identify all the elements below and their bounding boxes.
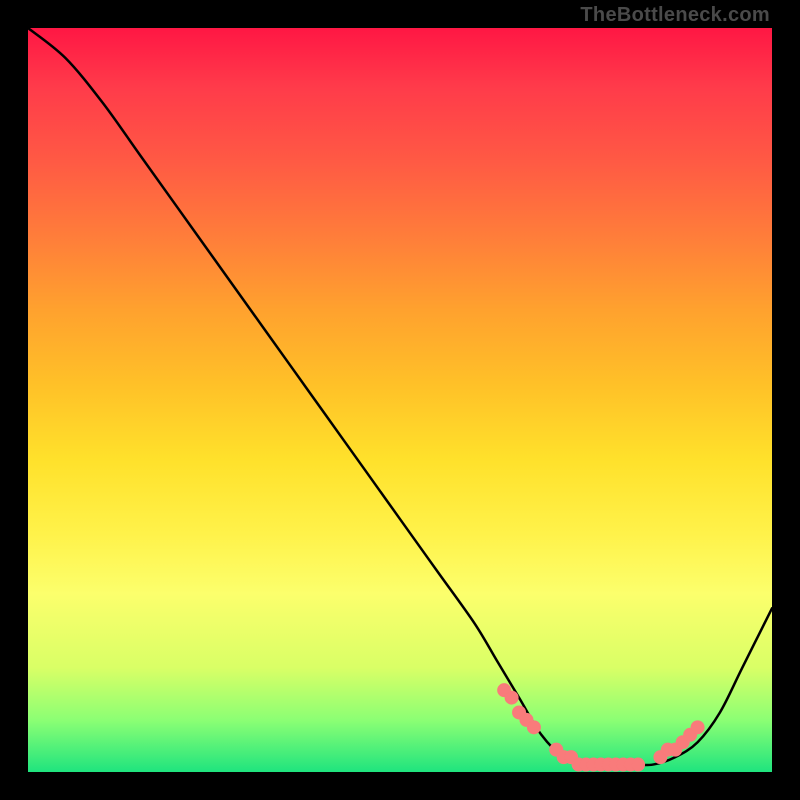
chart-frame: TheBottleneck.com: [0, 0, 800, 800]
highlight-marker: [632, 758, 645, 771]
plot-area: [28, 28, 772, 772]
highlight-marker: [691, 721, 704, 734]
bottleneck-curve-path: [28, 28, 772, 765]
chart-svg: [28, 28, 772, 772]
attribution-text: TheBottleneck.com: [580, 4, 770, 27]
highlight-marker: [505, 691, 518, 704]
highlight-marker: [527, 721, 540, 734]
bottleneck-curve: [28, 28, 772, 765]
